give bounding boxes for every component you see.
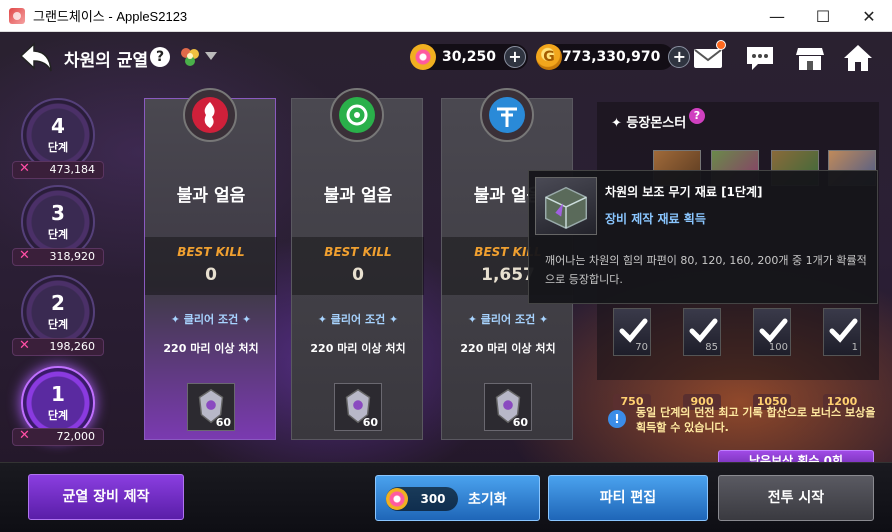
chat-icon[interactable] (744, 42, 776, 74)
gem-currency: 30,250 + (410, 44, 528, 70)
stage-label: 단계 (47, 318, 69, 331)
minimize-button[interactable]: — (754, 0, 800, 32)
tooltip-title: 차원의 보조 무기 재료 [1단계] (605, 185, 763, 199)
reset-button[interactable]: 300 초기화 (375, 475, 540, 521)
tooltip-description: 깨어나는 차원의 힘의 파편이 80, 120, 160, 200개 중 1개가… (545, 254, 867, 286)
stage-score: ✕ 198,260 (12, 338, 104, 356)
reward-count: 60 (362, 416, 378, 429)
stage-label: 단계 (47, 409, 69, 422)
flower-icon[interactable] (178, 45, 202, 69)
add-gem-button[interactable]: + (504, 46, 526, 68)
reset-cost: 300 (386, 487, 458, 511)
clear-condition-label: ✦ 클리어 조건 ✦ (170, 313, 252, 326)
best-kill-label: BEST KILL (324, 245, 392, 259)
gem-icon (410, 44, 436, 70)
stage-label: 단계 (47, 141, 69, 154)
reward-count: 85 (705, 342, 718, 353)
bonus-reward-slot[interactable]: 85 (683, 308, 721, 360)
stage-number: 2 (51, 291, 65, 315)
rift-equipment-craft-button[interactable]: 균열 장비 제작 (28, 474, 184, 520)
help-icon[interactable]: ? (150, 47, 170, 67)
close-button[interactable]: ✕ (846, 0, 892, 32)
reward-box: 85 (683, 308, 721, 356)
reward-count: 60 (215, 416, 231, 429)
best-kill-value: 0 (205, 265, 217, 285)
start-battle-button[interactable]: 전투 시작 (718, 475, 874, 521)
stage-number: 3 (51, 201, 65, 225)
gold-coin-icon: G (536, 44, 562, 70)
app-icon (9, 7, 25, 24)
clear-condition-label: ✦ 클리어 조건 ✦ (317, 313, 399, 326)
chevron-down-icon[interactable] (205, 52, 217, 60)
tooltip-subtitle: 장비 제작 재료 획득 (605, 212, 706, 226)
window-title: 그랜드체이스 - AppleS2123 (33, 9, 188, 24)
gem-amount: 30,250 (441, 49, 496, 65)
gold-amount: 773,330,970 (562, 49, 661, 65)
nature-emblem-icon (330, 88, 384, 142)
reward-slot[interactable]: 60 (334, 383, 382, 431)
bonus-notice: ! 동일 단계의 던전 최고 기록 합산으로 보너스 보상을 획득할 수 있습니… (598, 402, 880, 438)
reward-slot[interactable]: 60 (187, 383, 235, 431)
stage-score: ✕ 318,920 (12, 248, 104, 266)
mail-icon[interactable] (692, 40, 726, 74)
gold-currency: G 773,330,970 + (536, 44, 691, 70)
help-icon[interactable]: ? (689, 108, 705, 124)
page-title: 차원의 균열 (64, 51, 149, 71)
window-titlebar: 그랜드체이스 - AppleS2123 — ☐ ✕ (0, 0, 892, 32)
monster-panel-title: ✦ 등장몬스터 (611, 116, 687, 131)
stage-number: 4 (51, 114, 65, 138)
clear-condition: 220 마리 이상 처치 (310, 342, 406, 355)
reward-box: 1 (823, 308, 861, 356)
game-screen: 차원의 균열 ? 30,250 + G 773,330,970 + 4 단계 ✕… (0, 32, 892, 532)
best-kill-label: BEST KILL (177, 245, 245, 259)
stage-score: ✕ 72,000 (12, 428, 104, 446)
clear-condition: 220 마리 이상 처치 (460, 342, 556, 355)
reward-box: 70 (613, 308, 651, 356)
stage-label: 단계 (47, 228, 69, 241)
item-box-icon (535, 177, 597, 235)
reward-count: 100 (768, 342, 788, 353)
dungeon-card-1[interactable]: 불과 얼음 BEST KILL 0 ✦ 클리어 조건 ✦ 220 마리 이상 처… (144, 88, 277, 440)
reward-box: 100 (753, 308, 791, 356)
back-arrow-icon[interactable] (18, 40, 54, 74)
add-gold-button[interactable]: + (668, 46, 691, 68)
fire-emblem-icon (183, 88, 237, 142)
bonus-reward-slot[interactable]: 70 (613, 308, 651, 360)
clear-condition: 220 마리 이상 처치 (163, 342, 259, 355)
reset-label: 초기화 (468, 492, 507, 508)
shop-icon[interactable] (794, 42, 826, 74)
clear-condition-label: ✦ 클리어 조건 ✦ (467, 313, 549, 326)
info-icon: ! (608, 410, 626, 428)
water-emblem-icon (480, 88, 534, 142)
dungeon-name: 불과 얼음 (323, 186, 393, 206)
reset-cost-value: 300 (420, 492, 446, 506)
notification-dot (716, 40, 726, 50)
party-edit-button[interactable]: 파티 편집 (548, 475, 708, 521)
reward-count: 70 (635, 342, 648, 353)
notice-text: 동일 단계의 던전 최고 기록 합산으로 보너스 보상을 획득할 수 있습니다. (636, 406, 876, 434)
gem-icon (386, 488, 408, 510)
maximize-button[interactable]: ☐ (800, 0, 846, 32)
reward-count: 60 (512, 416, 528, 429)
bonus-reward-slot[interactable]: 1 (823, 308, 861, 360)
item-tooltip: 차원의 보조 무기 재료 [1단계] 장비 제작 재료 획득 깨어나는 차원의 … (528, 170, 878, 304)
bonus-reward-slot[interactable]: 100 (753, 308, 791, 360)
stage-number: 1 (51, 382, 65, 406)
best-kill-value: 0 (352, 265, 364, 285)
stage-score: ✕ 473,184 (12, 161, 104, 179)
home-icon[interactable] (842, 42, 874, 74)
reward-count: 1 (851, 342, 858, 353)
dungeon-card-2[interactable]: 불과 얼음 BEST KILL 0 ✦ 클리어 조건 ✦ 220 마리 이상 처… (291, 88, 424, 440)
reward-slot[interactable]: 60 (484, 383, 532, 431)
dungeon-name: 불과 얼음 (176, 186, 246, 206)
